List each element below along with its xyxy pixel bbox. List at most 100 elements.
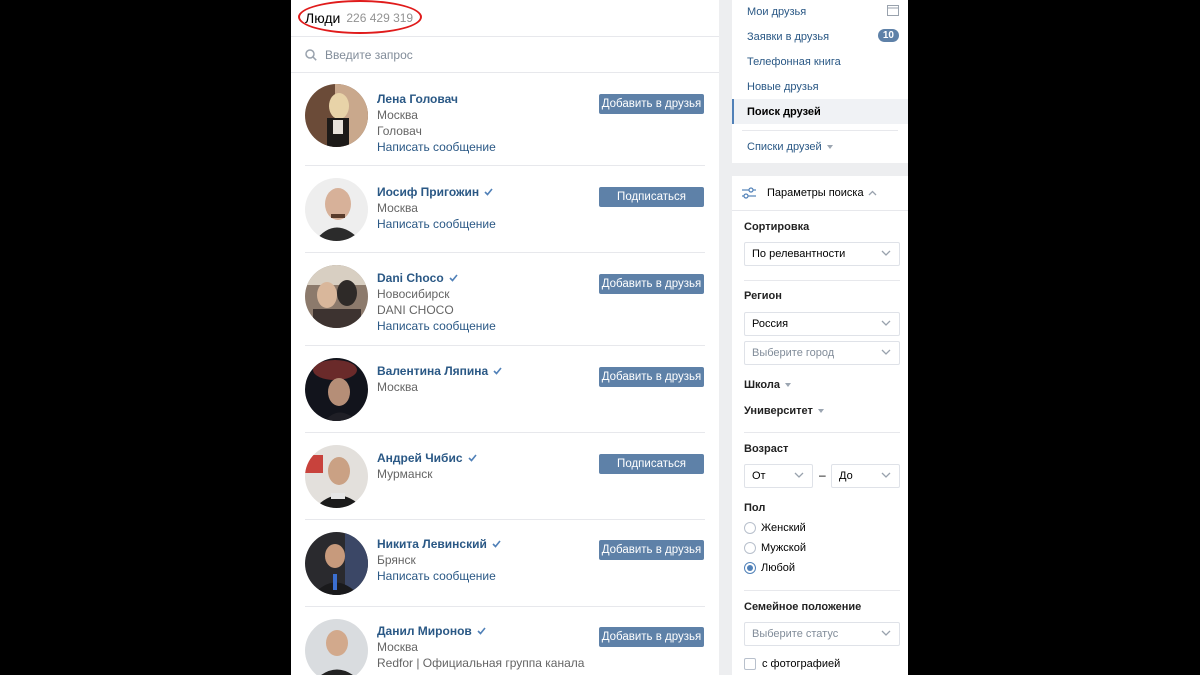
age-to-value: До xyxy=(839,470,853,482)
subscribe-button[interactable]: Подписаться xyxy=(599,454,704,474)
university-dropdown[interactable]: Университет xyxy=(744,405,824,417)
filter-divider xyxy=(744,590,900,591)
write-message-link[interactable]: Написать сообщение xyxy=(377,216,496,232)
write-message-link[interactable]: Написать сообщение xyxy=(377,318,496,334)
person-info: Dani Choco Новосибирск DANI CHOCO Написа… xyxy=(377,270,496,334)
menu-item-label: Мои друзья xyxy=(747,5,807,18)
chevron-down-icon xyxy=(881,630,891,636)
list-item: Никита Левинский Брянск Написать сообщен… xyxy=(305,520,705,607)
radio-label: Женский xyxy=(761,522,806,534)
radio-button[interactable] xyxy=(744,542,756,554)
marital-select[interactable]: Выберите статус xyxy=(744,622,900,646)
radio-button-selected[interactable] xyxy=(744,562,756,574)
marital-label: Семейное положение xyxy=(744,601,862,613)
verified-icon xyxy=(449,274,458,282)
person-info: Андрей Чибис Мурманск xyxy=(377,450,477,482)
marital-placeholder: Выберите статус xyxy=(752,628,839,640)
person-name[interactable]: Данил Миронов xyxy=(377,623,584,639)
write-message-link[interactable]: Написать сообщение xyxy=(377,568,501,584)
write-message-link[interactable]: Написать сообщение xyxy=(377,139,496,155)
chevron-down-icon xyxy=(826,144,833,149)
person-info: Никита Левинский Брянск Написать сообщен… xyxy=(377,536,501,584)
search-filters-panel: Параметры поиска Сортировка По релевантн… xyxy=(732,176,908,675)
checkbox[interactable] xyxy=(744,658,756,670)
subscribe-button[interactable]: Подписаться xyxy=(599,187,704,207)
list-item: Валентина Ляпина Москва Добавить в друзь… xyxy=(305,346,705,433)
city-placeholder: Выберите город xyxy=(752,347,835,359)
search-input[interactable] xyxy=(325,47,685,62)
add-friend-button[interactable]: Добавить в друзья xyxy=(599,627,704,647)
verified-icon xyxy=(484,188,493,196)
chevron-down-icon xyxy=(881,250,891,256)
results-header: Люди 226 429 319 xyxy=(291,0,719,37)
with-photo-checkbox[interactable]: с фотографией xyxy=(744,658,840,670)
person-city: Новосибирск xyxy=(377,287,450,301)
city-select[interactable]: Выберите город xyxy=(744,341,900,365)
person-city: Москва xyxy=(377,640,418,654)
list-item: Иосиф Пригожин Москва Написать сообщение… xyxy=(305,166,705,253)
country-value: Россия xyxy=(752,318,789,330)
menu-item-new-friends[interactable]: Новые друзья xyxy=(732,74,908,99)
add-friend-button[interactable]: Добавить в друзья xyxy=(599,367,704,387)
menu-item-find-friends[interactable]: Поиск друзей xyxy=(732,99,908,124)
filter-divider xyxy=(744,432,900,433)
sex-option-male[interactable]: Мужской xyxy=(744,542,806,554)
chevron-up-icon xyxy=(868,190,877,196)
avatar[interactable] xyxy=(305,265,368,328)
radio-button[interactable] xyxy=(744,522,756,534)
person-info: Валентина Ляпина Москва xyxy=(377,363,502,395)
menu-item-phonebook[interactable]: Телефонная книга xyxy=(732,49,908,74)
filters-header[interactable]: Параметры поиска xyxy=(732,176,908,211)
avatar[interactable] xyxy=(305,445,368,508)
person-city: Брянск xyxy=(377,553,416,567)
menu-item-my-friends[interactable]: Мои друзья xyxy=(732,0,908,24)
person-name[interactable]: Андрей Чибис xyxy=(377,450,477,466)
sex-option-female[interactable]: Женский xyxy=(744,522,806,534)
sex-label: Пол xyxy=(744,502,766,514)
person-name[interactable]: Валентина Ляпина xyxy=(377,363,502,379)
person-info: Лена Головач Москва Головач Написать соо… xyxy=(377,91,496,155)
filter-divider xyxy=(744,280,900,281)
avatar[interactable] xyxy=(305,178,368,241)
person-name[interactable]: Иосиф Пригожин xyxy=(377,184,496,200)
menu-item-requests[interactable]: Заявки в друзья 10 xyxy=(732,24,908,49)
requests-count-badge: 10 xyxy=(877,29,899,42)
radio-label: Любой xyxy=(761,562,796,574)
search-bar xyxy=(291,37,719,73)
sex-option-any[interactable]: Любой xyxy=(744,562,795,574)
chevron-down-icon xyxy=(784,383,791,387)
sort-select[interactable]: По релевантности xyxy=(744,242,900,266)
menu-item-label: Поиск друзей xyxy=(747,105,821,118)
avatar[interactable] xyxy=(305,532,368,595)
add-friend-button[interactable]: Добавить в друзья xyxy=(599,540,704,560)
person-name[interactable]: Никита Левинский xyxy=(377,536,501,552)
person-name[interactable]: Лена Головач xyxy=(377,91,496,107)
verified-icon xyxy=(493,367,502,375)
menu-divider xyxy=(742,130,898,131)
list-item: Данил Миронов Москва Redfor | Официальна… xyxy=(305,607,705,675)
person-city: Москва xyxy=(377,380,418,394)
verified-icon xyxy=(492,540,501,548)
region-label: Регион xyxy=(744,290,782,302)
age-from-select[interactable]: От xyxy=(744,464,813,488)
age-to-select[interactable]: До xyxy=(831,464,900,488)
avatar[interactable] xyxy=(305,619,368,675)
avatar[interactable] xyxy=(305,358,368,421)
avatar[interactable] xyxy=(305,84,368,147)
country-select[interactable]: Россия xyxy=(744,312,900,336)
add-friend-button[interactable]: Добавить в друзья xyxy=(599,274,704,294)
school-dropdown[interactable]: Школа xyxy=(744,379,791,391)
person-info: Данил Миронов Москва Redfor | Официальна… xyxy=(377,623,584,671)
menu-item-label: Телефонная книга xyxy=(747,55,841,68)
school-label: Школа xyxy=(744,379,780,391)
verified-icon xyxy=(467,454,477,462)
person-subtitle: Головач xyxy=(377,124,422,138)
calendar-icon[interactable] xyxy=(887,4,899,16)
menu-item-friend-lists[interactable]: Списки друзей xyxy=(732,134,908,159)
person-city: Москва xyxy=(377,201,418,215)
radio-label: Мужской xyxy=(761,542,806,554)
person-name[interactable]: Dani Choco xyxy=(377,270,496,286)
add-friend-button[interactable]: Добавить в друзья xyxy=(599,94,704,114)
age-from-value: От xyxy=(752,470,766,482)
menu-item-label: Новые друзья xyxy=(747,80,819,93)
